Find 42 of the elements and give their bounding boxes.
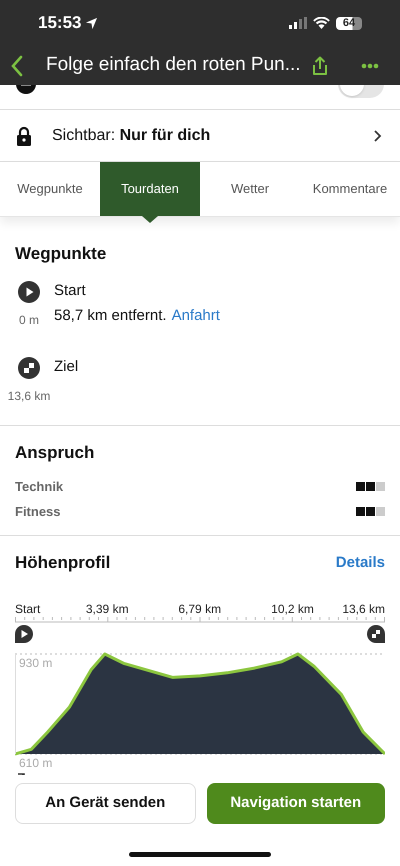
axis-label: 3,39 km [86, 602, 129, 616]
tab[interactable]: Kommentare [300, 162, 400, 216]
axis-label: 930 m [19, 656, 52, 670]
axis-label: Start [15, 602, 40, 616]
share-icon[interactable] [311, 56, 329, 76]
section-title: Wegpunkte [15, 243, 108, 265]
battery-indicator: 64 [336, 16, 362, 30]
send-to-device-button[interactable]: An Gerät senden [15, 783, 196, 824]
tab[interactable]: Tourdaten [100, 162, 200, 216]
tab[interactable]: Wetter [200, 162, 300, 216]
waypoint-distance: 13,6 km [8, 388, 50, 404]
back-icon[interactable] [10, 54, 24, 76]
details-link[interactable]: Details [336, 552, 385, 574]
signal-icon [289, 17, 307, 29]
axis-label: 13,6 km [342, 602, 385, 616]
finish-pin-icon [367, 624, 385, 642]
axis-label: 610 m [19, 756, 52, 770]
chevron-right-icon[interactable] [373, 128, 382, 142]
axis-label: 6,79 km [178, 602, 222, 616]
tab-pointer [142, 216, 158, 223]
axis-label: 10,2 km [271, 602, 314, 616]
start-pin-icon [15, 624, 33, 642]
wifi-icon [313, 17, 330, 29]
section-title: Anspruch [15, 442, 96, 464]
lock-icon [16, 126, 32, 146]
waypoint-distance: 0 m [18, 312, 39, 328]
play-icon [18, 280, 40, 302]
start-navigation-button[interactable]: Navigation starten [206, 783, 385, 824]
directions-link[interactable]: Anfahrt [172, 304, 220, 327]
screen-title: Folge einfach den roten Pun... [46, 53, 301, 78]
waypoint-name: Start [54, 280, 87, 300]
visibility-label: Sichtbar: Nur für dich [52, 126, 210, 146]
tab[interactable]: Wegpunkte [0, 162, 100, 216]
status-time: 15:53 [38, 12, 82, 34]
difficulty-label: Technik [15, 478, 64, 496]
difficulty-label: Fitness [15, 502, 61, 520]
waypoint-name: Ziel [54, 356, 78, 376]
section-title: Höhenprofil [15, 552, 110, 574]
location-arrow-icon [85, 16, 98, 30]
more-icon[interactable] [361, 62, 379, 68]
waypoint-detail: 58,7 km entfernt. [54, 306, 167, 326]
checkered-flag-icon [18, 356, 40, 378]
